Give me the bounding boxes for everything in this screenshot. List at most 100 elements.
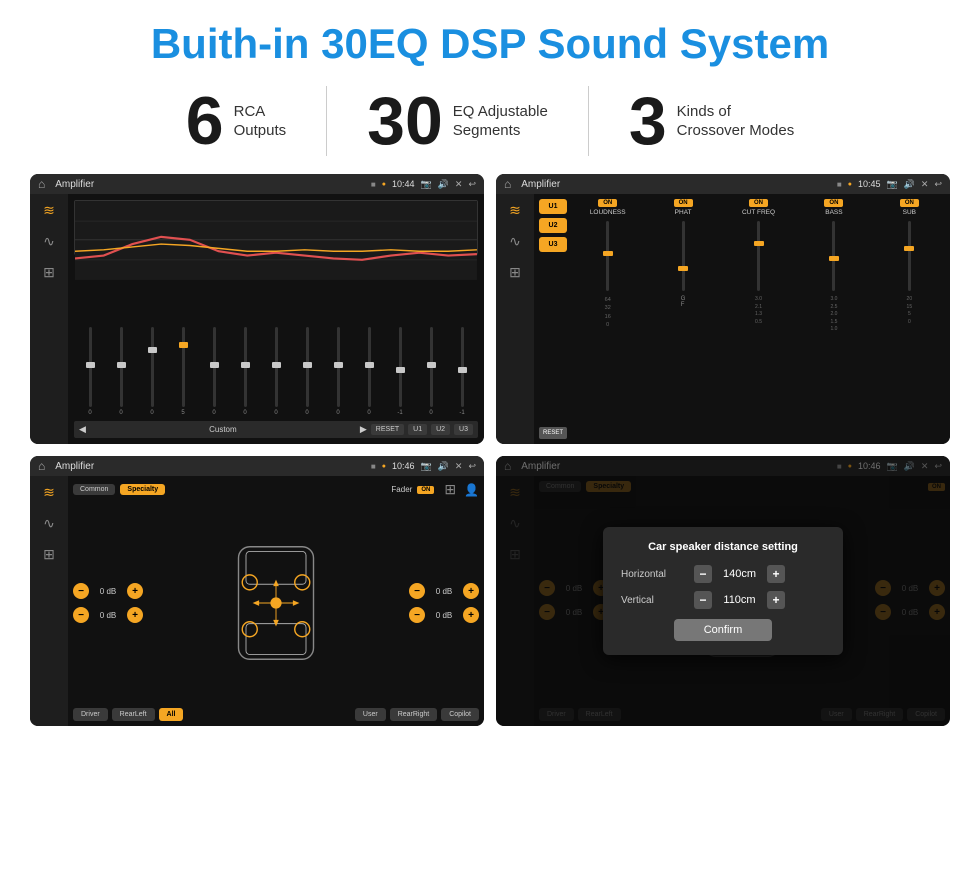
loudness-range: 6432160 [605,296,611,329]
eq-u3-btn[interactable]: U3 [454,424,473,435]
home-icon-3: ⌂ [38,459,45,473]
bass-range: 3.02.52.01.51.0 [830,296,837,334]
all-btn[interactable]: All [159,708,184,721]
crossover-sidebar-icon-1[interactable]: ≋ [509,202,521,219]
cutfreq-control: ON CUT FREQ 3.02.11.30.5 [723,199,794,439]
fader-dot1: ■ [371,462,376,471]
driver-btn[interactable]: Driver [73,708,108,721]
vol-minus-4[interactable]: − [409,607,425,623]
bass-slider[interactable] [832,221,835,291]
eq-content: ≋ ∿ ⊞ [30,194,484,444]
cutfreq-slider[interactable] [757,221,760,291]
eq-prev-btn[interactable]: ◀ [79,424,86,435]
stat-crossover-label: Kinds of Crossover Modes [677,102,795,141]
eq-time: 10:44 [392,179,415,189]
vol-minus-1[interactable]: − [73,583,89,599]
eq-slider-9: 0 [355,327,383,416]
stat-eq: 30 EQ Adjustable Segments [327,87,588,155]
fader-sidebar-icon-1[interactable]: ≋ [43,484,55,501]
loudness-toggle[interactable]: ON [598,199,617,207]
preset-u3-btn[interactable]: U3 [539,237,567,252]
rear-left-btn[interactable]: RearLeft [112,708,155,721]
home-icon: ⌂ [38,177,45,191]
crossover-reset-btn[interactable]: RESET [539,427,567,439]
dialog-vertical-stepper: − 110cm + [694,591,785,609]
crossover-content: ≋ ∿ ⊞ U1 U2 U3 RESET [496,194,950,444]
sub-slider[interactable] [908,221,911,291]
vertical-plus-btn[interactable]: + [767,591,785,609]
eq-sidebar: ≋ ∿ ⊞ [30,194,68,444]
crossover-sidebar: ≋ ∿ ⊞ [496,194,534,444]
dialog-vertical-label: Vertical [621,595,686,606]
cutfreq-toggle[interactable]: ON [749,199,768,207]
eq-sidebar-icon-1[interactable]: ≋ [43,202,55,219]
vol-row-4: − 0 dB + [409,607,479,623]
loudness-slider[interactable] [606,221,609,291]
bass-control: ON BASS 3.02.52.01.51.0 [798,199,869,439]
eq-slider-11: 0 [417,327,445,416]
eq-screen-card: ⌂ Amplifier ■ ● 10:44 📷 🔊 ✕ ↩ ≋ ∿ ⊞ [30,174,484,444]
vertical-minus-btn[interactable]: − [694,591,712,609]
eq-slider-1: 0 [107,327,135,416]
rear-right-btn[interactable]: RearRight [390,708,438,721]
fader-sidebar-icon-2[interactable]: ∿ [43,515,55,532]
fader-diagram-area: − 0 dB + − 0 dB + [73,502,479,704]
eq-slider-4: 0 [200,327,228,416]
stat-crossover: 3 Kinds of Crossover Modes [589,87,834,155]
tab-common[interactable]: Common [73,484,115,495]
horizontal-minus-btn[interactable]: − [694,565,712,583]
fader-toggle[interactable]: ON [417,486,434,494]
distance-screen-card: ⌂ Amplifier ■ ● 10:46 📷 🔊 ✕ ↩ ≋ ∿ ⊞ [496,456,950,726]
crossover-sidebar-icon-3[interactable]: ⊞ [509,264,521,281]
fader-content: ≋ ∿ ⊞ Common Specialty Fader ON ⊞ 👤 [30,476,484,726]
loudness-control: ON LOUDNESS 6432160 [572,199,643,439]
eq-slider-6: 0 [262,327,290,416]
volume-icon-3: 🔊 [438,461,449,472]
eq-bottom-controls: ◀ Custom ▶ RESET U1 U2 U3 [74,421,478,438]
main-title: Buith-in 30EQ DSP Sound System [30,20,950,68]
close-icon: ✕ [455,179,463,190]
sub-toggle[interactable]: ON [900,199,919,207]
phat-toggle[interactable]: ON [674,199,693,207]
tab-specialty[interactable]: Specialty [120,484,165,495]
phat-control: ON PHAT GF [647,199,718,439]
stat-crossover-number: 3 [629,87,667,155]
eq-main-area: 25 32 40 50 63 80 100 125 160 200 250 32… [68,194,484,444]
volume-icon: 🔊 [438,179,449,190]
bass-toggle[interactable]: ON [824,199,843,207]
preset-u1-btn[interactable]: U1 [539,199,567,214]
crossover-sidebar-icon-2[interactable]: ∿ [509,233,521,250]
vol-plus-1[interactable]: + [127,583,143,599]
vol-plus-4[interactable]: + [463,607,479,623]
eq-next-btn[interactable]: ▶ [360,424,367,435]
page: Buith-in 30EQ DSP Sound System 6 RCA Out… [0,0,980,881]
fader-screen-card: ⌂ Amplifier ■ ● 10:46 📷 🔊 ✕ ↩ ≋ ∿ ⊞ [30,456,484,726]
eq-curve-svg [75,201,477,280]
eq-sidebar-icon-2[interactable]: ∿ [43,233,55,250]
fader-sidebar: ≋ ∿ ⊞ [30,476,68,726]
fader-dot2: ● [382,463,386,470]
phat-slider[interactable] [682,221,685,291]
eq-dot2: ● [382,181,386,188]
vol-row-2: − 0 dB + [73,607,143,623]
vol-plus-3[interactable]: + [463,583,479,599]
copilot-btn[interactable]: Copilot [441,708,479,721]
eq-reset-btn[interactable]: RESET [371,424,404,435]
vol-row-3: − 0 dB + [409,583,479,599]
vol-val-1: 0 dB [93,587,123,596]
phat-val: GF [681,296,686,308]
preset-u2-btn[interactable]: U2 [539,218,567,233]
user-btn[interactable]: User [355,708,386,721]
eq-u1-btn[interactable]: U1 [408,424,427,435]
vol-plus-2[interactable]: + [127,607,143,623]
horizontal-plus-btn[interactable]: + [767,565,785,583]
back-icon: ↩ [468,179,476,190]
vol-minus-3[interactable]: − [409,583,425,599]
eq-sidebar-icon-3[interactable]: ⊞ [43,264,55,281]
vol-minus-2[interactable]: − [73,607,89,623]
fader-sidebar-icon-3[interactable]: ⊞ [43,546,55,563]
dialog-horizontal-stepper: − 140cm + [694,565,785,583]
confirm-button[interactable]: Confirm [674,619,773,641]
eq-u2-btn[interactable]: U2 [431,424,450,435]
home-icon-2: ⌂ [504,177,511,191]
